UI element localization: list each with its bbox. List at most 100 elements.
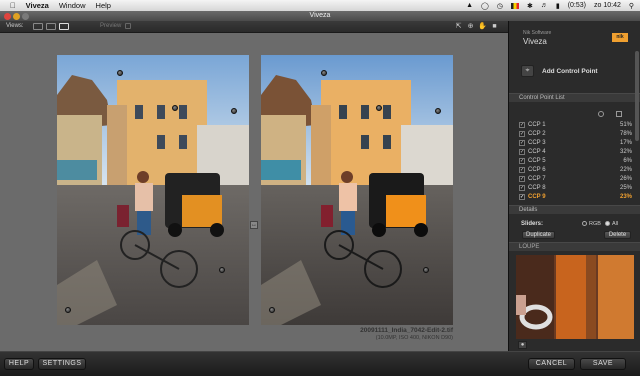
zoom-window-button[interactable] xyxy=(22,12,29,20)
control-point-marker[interactable] xyxy=(219,267,225,273)
control-point-name: CCP 3 xyxy=(528,140,546,146)
menu-app-viveza[interactable]: Viveza xyxy=(26,1,49,10)
wifi-icon[interactable]: ▲ xyxy=(466,2,473,9)
control-point-row[interactable]: ✓ CCP 1 51% xyxy=(519,121,632,129)
spotlight-icon[interactable]: ⚲ xyxy=(629,2,634,10)
control-point-name: CCP 9 xyxy=(528,194,546,200)
control-point-row[interactable]: ✓ CCP 3 17% xyxy=(519,139,632,147)
control-point-checkbox[interactable]: ✓ xyxy=(519,167,525,173)
menu-help[interactable]: Help xyxy=(96,1,111,10)
battery-time: (0:53) xyxy=(567,2,586,9)
cp-list-group-icon[interactable] xyxy=(616,111,622,117)
input-flag-icon[interactable] xyxy=(510,2,519,9)
street-photo-before xyxy=(57,55,249,325)
control-point-marker[interactable] xyxy=(269,307,275,313)
control-point-row[interactable]: ✓ CCP 9 23% xyxy=(519,193,632,201)
side-by-side-view-button[interactable] xyxy=(59,23,69,30)
control-point-opacity: 22% xyxy=(619,167,632,173)
control-point-checkbox[interactable]: ✓ xyxy=(519,140,525,146)
volume-icon[interactable]: ♬ xyxy=(541,2,548,9)
control-point-opacity: 6% xyxy=(623,158,632,164)
control-point-opacity: 17% xyxy=(619,140,632,146)
control-panel: Nik Software Viveza nik ⌖ Add Control Po… xyxy=(508,21,640,351)
rgb-label: RGB xyxy=(589,221,601,227)
control-point-marker[interactable] xyxy=(423,267,429,273)
bluetooth-icon[interactable]: ✱ xyxy=(527,2,533,10)
control-point-marker[interactable] xyxy=(376,105,382,111)
views-label: Views: xyxy=(6,23,24,29)
menu-window[interactable]: Window xyxy=(59,1,86,10)
split-divider-handle[interactable]: ↔ xyxy=(250,221,258,229)
control-point-marker[interactable] xyxy=(117,70,123,76)
image-filename: 20091111_India_7042-Edit-2.tif xyxy=(360,327,453,334)
battery-icon[interactable]: ▮ xyxy=(556,2,560,10)
control-point-marker[interactable] xyxy=(231,108,237,114)
cancel-button[interactable]: CANCEL xyxy=(528,358,575,370)
delete-button[interactable]: Delete xyxy=(604,231,631,239)
help-button[interactable]: HELP xyxy=(4,358,34,370)
save-button[interactable]: SAVE xyxy=(580,358,626,370)
control-point-checkbox[interactable]: ✓ xyxy=(519,122,525,128)
control-point-row[interactable]: ✓ CCP 6 22% xyxy=(519,166,632,174)
image-canvas[interactable]: ↔ 20091111_India_7042-Edit-2.tif (10.0MP… xyxy=(0,33,508,351)
cp-list-toggle-icon[interactable] xyxy=(598,111,604,117)
control-point-marker[interactable] xyxy=(65,307,71,313)
brand-title: Viveza xyxy=(523,37,547,46)
close-window-button[interactable] xyxy=(4,12,11,20)
preview-checkbox[interactable] xyxy=(125,23,131,29)
minimize-window-button[interactable] xyxy=(13,12,20,20)
control-point-opacity: 32% xyxy=(619,149,632,155)
clock-status-icon[interactable]: ◷ xyxy=(497,2,503,10)
after-image[interactable] xyxy=(261,55,453,325)
details-header[interactable]: Details xyxy=(509,205,640,214)
all-radio[interactable] xyxy=(605,221,610,226)
control-point-name: CCP 5 xyxy=(528,158,546,164)
before-image[interactable] xyxy=(57,55,249,325)
add-control-point-icon[interactable]: ⌖ xyxy=(521,65,534,77)
control-point-opacity: 51% xyxy=(619,122,632,128)
duplicate-button[interactable]: Duplicate xyxy=(522,231,555,239)
view-toolbar: Views: Preview ⇱ ⊕ ✋ ■ xyxy=(0,21,508,33)
apple-menu-icon[interactable]:  xyxy=(10,1,16,10)
street-photo-after xyxy=(261,55,453,325)
control-point-checkbox[interactable]: ✓ xyxy=(519,176,525,182)
add-control-point-label[interactable]: Add Control Point xyxy=(542,68,598,75)
nik-logo: nik xyxy=(612,33,628,42)
sync-icon[interactable]: ◯ xyxy=(481,2,489,10)
control-point-marker[interactable] xyxy=(172,105,178,111)
control-point-row[interactable]: ✓ CCP 2 78% xyxy=(519,130,632,138)
settings-button[interactable]: SETTINGS xyxy=(38,358,86,370)
background-color-icon[interactable]: ■ xyxy=(490,22,499,31)
split-view-button[interactable] xyxy=(46,23,56,30)
control-point-row[interactable]: ✓ CCP 4 32% xyxy=(519,148,632,156)
control-point-checkbox[interactable]: ✓ xyxy=(519,158,525,164)
loupe-image xyxy=(516,255,634,339)
zoom-fit-icon[interactable]: ⇱ xyxy=(454,22,463,31)
control-point-row[interactable]: ✓ CCP 7 26% xyxy=(519,175,632,183)
rgb-radio[interactable] xyxy=(582,221,587,226)
loupe-header[interactable]: LOUPE xyxy=(509,242,640,251)
hand-tool-icon[interactable]: ✋ xyxy=(478,22,487,31)
control-point-name: CCP 4 xyxy=(528,149,546,155)
control-point-marker[interactable] xyxy=(321,70,327,76)
control-point-checkbox[interactable]: ✓ xyxy=(519,149,525,155)
single-view-button[interactable] xyxy=(33,23,43,30)
zoom-in-icon[interactable]: ⊕ xyxy=(466,22,475,31)
control-point-row[interactable]: ✓ CCP 8 25% xyxy=(519,184,632,192)
menu-bar:  Viveza Window Help ▲ ◯ ◷ ✱ ♬ ▮ (0:53) … xyxy=(0,0,640,11)
loupe-pin-icon[interactable]: ● xyxy=(518,341,527,349)
panel-scrollbar[interactable] xyxy=(635,51,639,141)
cp-list-header[interactable]: Control Point List xyxy=(509,93,640,102)
control-point-opacity: 26% xyxy=(619,176,632,182)
control-point-name: CCP 6 xyxy=(528,167,546,173)
control-point-checkbox[interactable]: ✓ xyxy=(519,194,525,200)
menu-clock[interactable]: zo 10:42 xyxy=(594,2,621,9)
control-point-checkbox[interactable]: ✓ xyxy=(519,131,525,137)
loupe-view[interactable] xyxy=(516,255,634,339)
control-point-row[interactable]: ✓ CCP 5 6% xyxy=(519,157,632,165)
image-metadata: (10.0MP, ISO 400, NIKON D90) xyxy=(375,335,453,341)
window-titlebar: Viveza xyxy=(0,11,640,21)
control-point-checkbox[interactable]: ✓ xyxy=(519,185,525,191)
control-point-opacity: 78% xyxy=(619,131,632,137)
control-point-marker[interactable] xyxy=(435,108,441,114)
